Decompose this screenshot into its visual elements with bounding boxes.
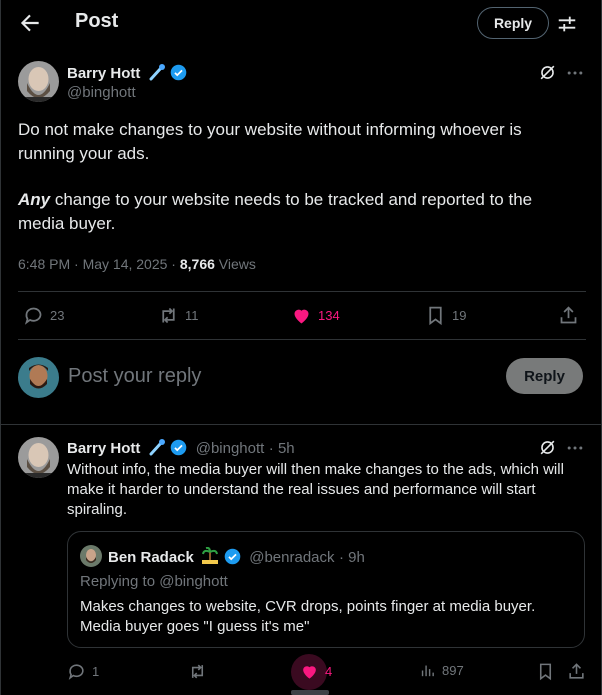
grok-icon[interactable]: [538, 63, 557, 82]
avatar-ben-image: [80, 545, 102, 567]
like-count: 134: [318, 308, 340, 323]
heart-filled-icon: [303, 666, 316, 679]
quote-time: · 9h: [338, 549, 365, 566]
bookmark-icon: [429, 306, 442, 326]
repost-icon: [162, 307, 175, 324]
page-title: Post: [75, 10, 119, 32]
post-emphasis: Any: [18, 190, 51, 209]
reply-text-line: Without info, the media buyer will then …: [67, 461, 564, 478]
reply-like-action[interactable]: 4: [300, 662, 332, 681]
author-name[interactable]: Barry Hott: [67, 65, 140, 82]
post-text-line: running your ads.: [18, 144, 150, 163]
bookmark-count: 19: [452, 308, 467, 323]
share-icon[interactable]: [558, 305, 579, 326]
reply-views-count: 897: [442, 663, 464, 678]
quote-text-line: Makes changes to website, CVR drops, poi…: [80, 598, 536, 615]
reply-text: Without info, the media buyer will then …: [67, 460, 592, 520]
bookmark-icon[interactable]: [536, 662, 555, 681]
reply-like-count: 4: [325, 664, 333, 679]
repost-action[interactable]: 11: [158, 305, 199, 326]
share-icon[interactable]: [567, 662, 586, 681]
reply-reply-count: 1: [92, 664, 100, 679]
divider: [18, 339, 586, 340]
reply-text-line: make it harder to understand the real is…: [67, 481, 536, 498]
reply-icon: [24, 307, 42, 325]
post-text-line: Do not make changes to your website with…: [18, 120, 522, 139]
verified-badge-icon: [224, 548, 241, 565]
reply-icon: [68, 664, 84, 680]
quote-avatar: [80, 545, 102, 567]
quote-author-row: Ben Radack @benradack · 9h: [108, 547, 365, 567]
reply-views-action[interactable]: 897: [419, 662, 464, 679]
views-count: 8,766: [179, 256, 215, 272]
repost-count: 11: [185, 308, 199, 323]
heart-filled-icon: [294, 309, 309, 324]
post-text-line: media buyer.: [18, 214, 116, 233]
author-handle[interactable]: @binghott: [67, 84, 136, 101]
reply-avatar[interactable]: [18, 437, 59, 478]
bookmark-action[interactable]: 19: [425, 305, 466, 326]
replying-to: Replying to @binghott: [80, 573, 228, 590]
post-text-line: change to your website needs to be track…: [50, 190, 533, 209]
post-timestamp[interactable]: 6:48 PM · May 14, 2025 ·: [18, 256, 180, 272]
submit-reply-button[interactable]: Reply: [506, 358, 583, 394]
back-arrow-icon[interactable]: [17, 10, 43, 36]
verified-badge-icon: [170, 439, 187, 456]
top-bar: Post Reply: [1, 0, 601, 46]
reply-action[interactable]: 23: [23, 305, 64, 326]
post-text-para2: Any change to your website needs to be t…: [18, 188, 588, 236]
divider: [18, 291, 586, 292]
quote-text-line: Media buyer goes "I guess it's me": [80, 618, 310, 635]
quote-author-handle: @benradack: [249, 549, 335, 566]
divider: [1, 424, 601, 425]
header-reply-button[interactable]: Reply: [477, 7, 549, 39]
reply-author-handle[interactable]: @binghott: [196, 440, 265, 457]
reply-reply-action[interactable]: 1: [67, 662, 99, 681]
views-label: Views: [214, 256, 256, 272]
reply-author-name[interactable]: Barry Hott: [67, 440, 140, 457]
island-emoji-icon: [202, 547, 219, 564]
analytics-icon: [421, 665, 434, 677]
reply-text-line: spiraling.: [67, 501, 128, 518]
avatar[interactable]: [18, 61, 59, 102]
reply-time[interactable]: · 5h: [269, 440, 295, 457]
more-icon[interactable]: [565, 63, 585, 83]
tooltip-tab: [291, 690, 329, 695]
quote-author-name: Ben Radack: [108, 549, 194, 566]
quoted-post[interactable]: Ben Radack @benradack · 9h Replying to @…: [67, 531, 585, 648]
reply-repost-action[interactable]: [188, 662, 207, 681]
grok-icon[interactable]: [538, 438, 557, 457]
comet-emoji-icon: [149, 64, 165, 81]
comet-emoji-icon: [149, 439, 165, 456]
quote-text: Makes changes to website, CVR drops, poi…: [80, 597, 580, 637]
author-row: Barry Hott: [67, 63, 187, 83]
like-action[interactable]: 134: [291, 305, 340, 326]
reply-author-row: Barry Hott @binghott · 5h: [67, 438, 295, 458]
sliders-icon[interactable]: [556, 13, 578, 35]
reply-input[interactable]: Post your reply: [68, 365, 201, 388]
composer-avatar[interactable]: [18, 357, 59, 398]
post-meta: 6:48 PM · May 14, 2025 · 8,766 Views: [18, 256, 256, 272]
more-icon[interactable]: [565, 438, 585, 458]
avatar-barry-image: [18, 437, 59, 478]
verified-badge-icon: [170, 64, 187, 81]
post-page: Post Reply Barry Hott @binghott Do not m…: [0, 0, 602, 695]
repost-icon: [191, 664, 204, 679]
avatar-user-image: [18, 357, 59, 398]
post-text: Do not make changes to your website with…: [18, 118, 588, 166]
reply-count: 23: [50, 308, 65, 323]
avatar-barry-image: [18, 61, 59, 102]
